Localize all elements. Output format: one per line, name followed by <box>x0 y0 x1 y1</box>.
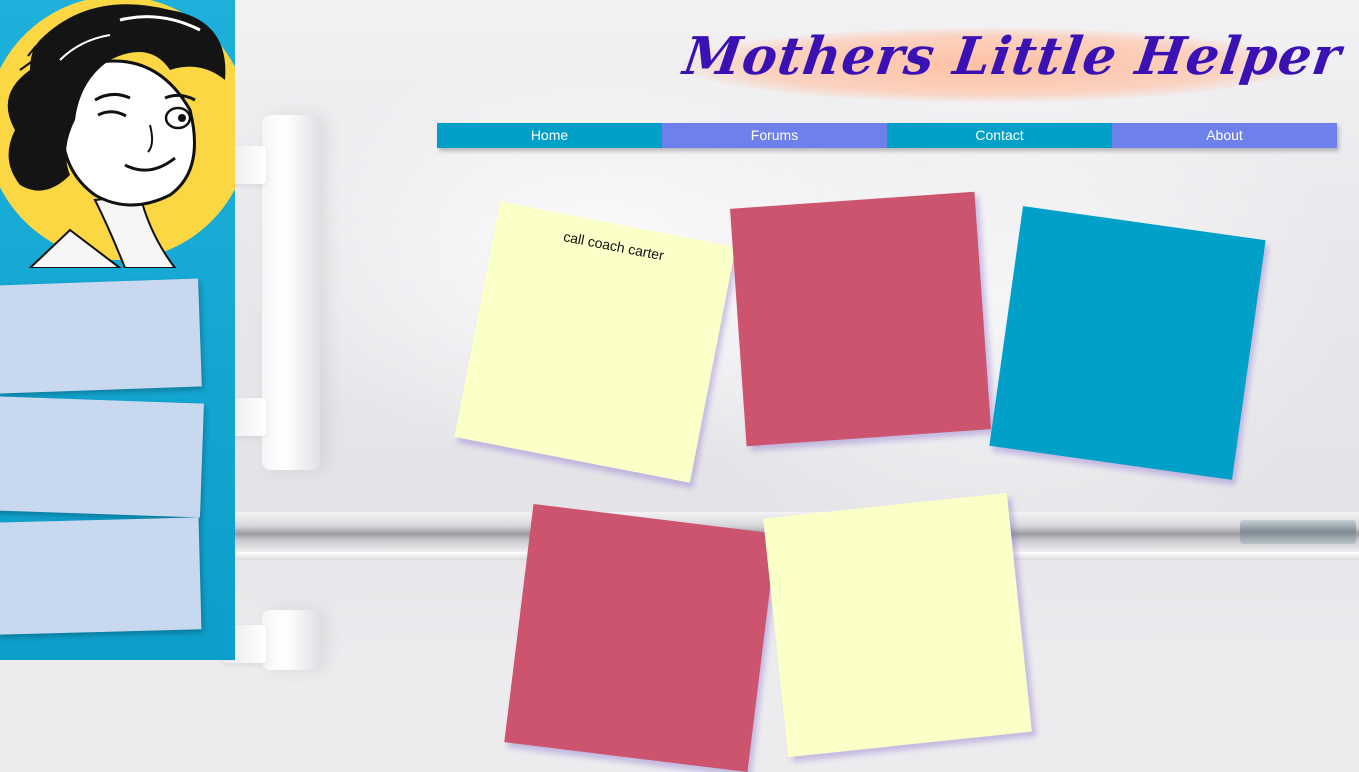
fridge-handle-upper <box>262 115 320 470</box>
sticky-note[interactable] <box>763 492 1032 758</box>
nav-contact[interactable]: Contact <box>887 123 1112 148</box>
sticky-note[interactable] <box>989 206 1266 480</box>
sidebar-note[interactable] <box>0 517 202 635</box>
nav-about[interactable]: About <box>1112 123 1337 148</box>
sticky-note[interactable]: call coach carter <box>454 201 736 483</box>
fridge-latch <box>1240 520 1356 544</box>
sticky-note[interactable] <box>729 191 992 447</box>
sidebar <box>0 0 235 660</box>
nav-home[interactable]: Home <box>437 123 662 148</box>
winking-woman-illustration <box>0 0 235 268</box>
site-title: Mothers Little Helper <box>679 26 1346 87</box>
site-title-banner: Mothers Little Helper <box>680 22 1345 108</box>
main-nav: Home Forums Contact About <box>437 123 1337 148</box>
fridge-handle-lower <box>262 610 320 670</box>
sidebar-note[interactable] <box>0 396 204 518</box>
sticky-note[interactable] <box>504 503 777 772</box>
sidebar-note[interactable] <box>0 278 202 394</box>
nav-forums[interactable]: Forums <box>662 123 887 148</box>
